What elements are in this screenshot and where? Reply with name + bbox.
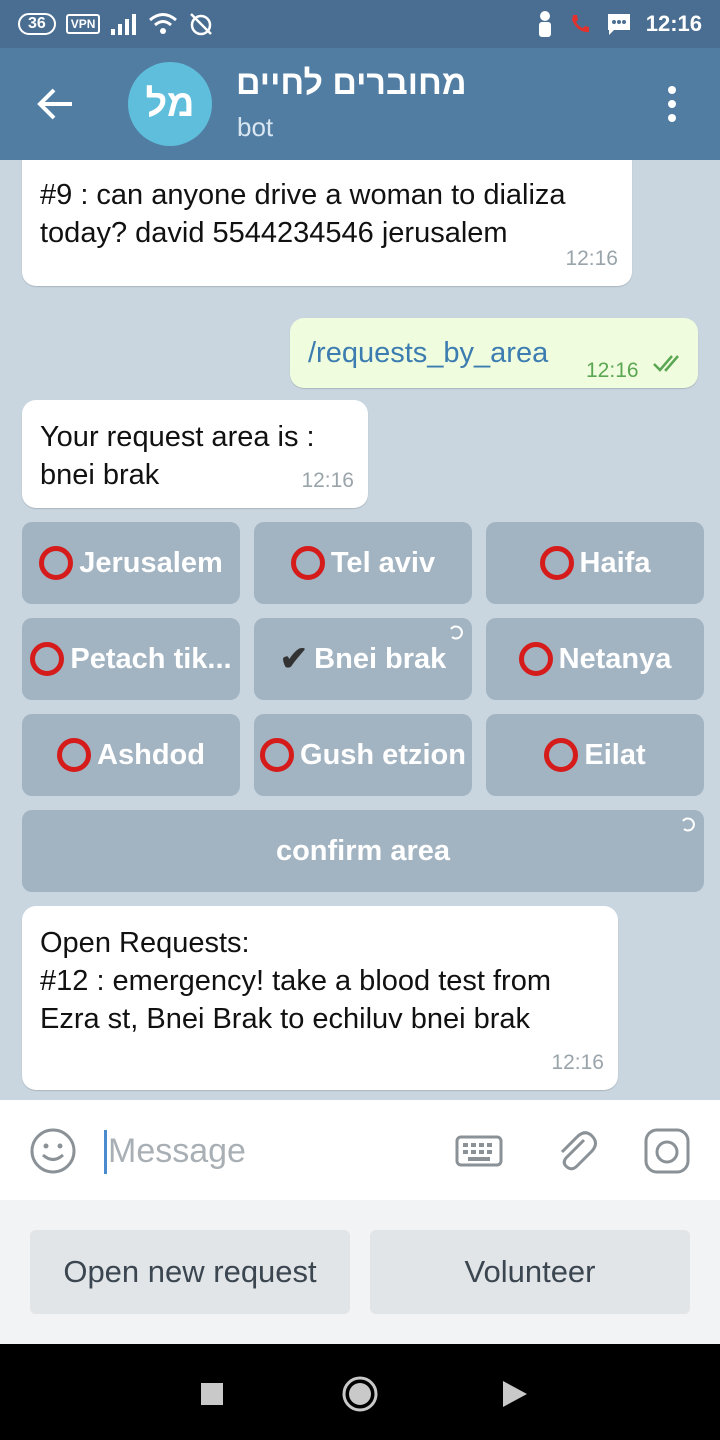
area-button-petach-tikva[interactable]: Petach tik... [22,618,240,700]
message-text: Open Requests: #12 : emergency! take a b… [40,927,551,1035]
reply-keyboard: Open new request Volunteer [0,1200,720,1344]
unselected-ring-icon [544,738,579,772]
back-triangle-icon[interactable] [494,1374,534,1414]
missed-call-icon [571,15,589,33]
loading-spinner-icon [450,625,463,640]
message-bubble-incoming[interactable]: Open Requests: #12 : emergency! take a b… [22,906,618,1090]
status-bar: 36 VPN 12:16 [0,0,720,48]
message-composer [0,1100,720,1200]
volunteer-button[interactable]: Volunteer [370,1230,690,1314]
double-check-icon [653,355,679,372]
network-badge: 36 [18,13,56,35]
message-bubble-incoming[interactable]: Your request area is : bnei brak 12:16 [22,400,368,508]
area-button-ashdod[interactable]: Ashdod [22,714,240,796]
text-cursor [104,1130,107,1174]
area-button-label: Tel aviv [330,546,436,579]
unselected-ring-icon [57,738,92,772]
chat-subtitle: bot [237,112,274,142]
area-button-eilat[interactable]: Eilat [486,714,704,796]
chat-avatar[interactable]: מל [128,62,212,146]
chat-title[interactable]: מחוברים לחיים [236,64,467,103]
area-button-label: Netanya [558,642,672,675]
attach-icon[interactable] [550,1126,600,1176]
confirm-area-button[interactable]: confirm area [22,810,704,892]
area-button-jerusalem[interactable]: Jerusalem [22,522,240,604]
unselected-ring-icon [30,642,65,676]
area-button-label: Bnei brak [314,642,447,675]
loading-spinner-icon [682,817,695,832]
open-new-request-button[interactable]: Open new request [30,1230,350,1314]
area-button-label: Haifa [579,546,651,579]
home-circle-icon[interactable] [340,1374,380,1414]
alarm-off-icon [190,13,213,36]
status-clock: 12:16 [645,11,702,36]
message-bubble-incoming[interactable]: #9 : can anyone drive a woman to dializa… [22,160,632,286]
vpn-badge: VPN [65,14,101,34]
area-button-label: Gush etzion [300,738,466,771]
message-time: 12:16 [301,469,354,492]
message-notification-icon [607,14,630,35]
emoji-icon[interactable] [28,1126,78,1176]
unselected-ring-icon [539,546,574,580]
recents-square-icon[interactable] [192,1374,232,1414]
chat-header: מל מחוברים לחיים bot [0,48,720,160]
message-text: #9 : can anyone drive a woman to dializa… [40,179,566,249]
area-button-gush-etzion[interactable]: Gush etzion [254,714,472,796]
area-button-label: Petach tik... [70,642,232,675]
area-button-haifa[interactable]: Haifa [486,522,704,604]
checkmark-icon: ✔ [279,640,309,678]
area-button-label: Eilat [584,738,646,771]
more-options-icon[interactable] [660,84,684,124]
signal-icon [111,14,137,35]
system-nav-bar [0,1344,720,1440]
message-time: 12:16 [551,1051,604,1074]
wifi-icon [149,13,178,34]
unselected-ring-icon [39,546,74,580]
unselected-ring-icon [290,546,325,580]
camera-icon[interactable] [642,1126,692,1176]
back-arrow-icon[interactable] [30,78,82,130]
area-button-label: Ashdod [97,738,205,771]
unselected-ring-icon [260,738,295,772]
area-button-label: Jerusalem [79,546,223,579]
message-time: 12:16 [586,359,639,382]
message-bubble-outgoing[interactable]: /requests_by_area 12:16 [290,318,698,388]
chat-area[interactable]: #9 : can anyone drive a woman to dializa… [0,160,720,1100]
unselected-ring-icon [518,642,553,676]
area-button-tel-aviv[interactable]: Tel aviv [254,522,472,604]
area-button-netanya[interactable]: Netanya [486,618,704,700]
bot-keyboard-icon[interactable] [454,1126,504,1176]
message-time: 12:16 [565,247,618,270]
person-icon [538,11,551,37]
area-button-bnei-brak[interactable]: ✔ Bnei brak [254,618,472,700]
message-input[interactable] [108,1126,428,1176]
confirm-area-label: confirm area [275,834,451,867]
